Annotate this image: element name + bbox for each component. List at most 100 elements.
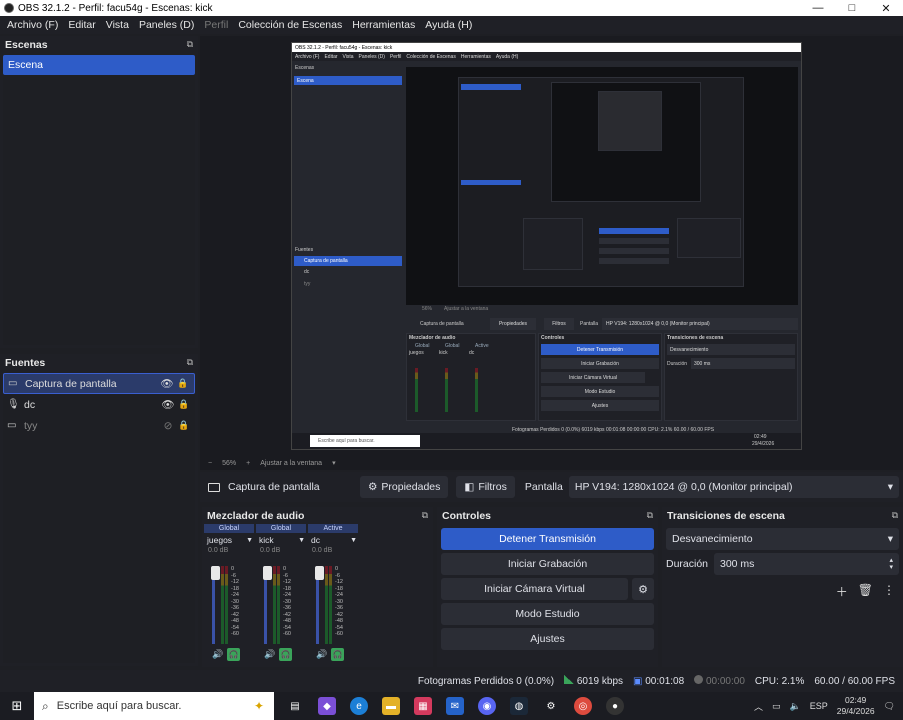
undock-icon[interactable]: ⧉ (187, 39, 193, 50)
mail-icon[interactable]: ✉ (446, 697, 464, 715)
notification-icon[interactable]: 🗨 (884, 701, 895, 712)
stop-stream-button[interactable]: Detener Transmisión (441, 528, 654, 550)
close-button[interactable]: ✕ (869, 0, 903, 16)
scenes-title: Escenas (5, 38, 48, 51)
fader-knob[interactable] (211, 566, 220, 580)
language-indicator[interactable]: ESP (810, 701, 828, 711)
eye-icon[interactable]: 👁 (159, 398, 177, 411)
source-item-captura[interactable]: ▭ Captura de pantalla 👁 🔒 (3, 373, 195, 394)
transition-select[interactable]: Desvanecimiento ▾ (666, 528, 899, 550)
preview-canvas[interactable]: OBS 32.1.2 - Perfil: facu54g - Escenas: … (291, 42, 802, 450)
nested-scene-label: Escena (297, 78, 314, 84)
source-toolbar: Captura de pantalla ⚙ Propiedades ◧ Filt… (200, 472, 903, 502)
scene-item[interactable]: Escena (3, 55, 195, 75)
speaker-icon[interactable]: 🔊 (316, 649, 327, 660)
controls-title: Controles (442, 509, 492, 522)
settings-gear-icon[interactable]: ⚙ (542, 697, 560, 715)
lock-icon[interactable]: 🔒 (177, 420, 191, 431)
menu-vista[interactable]: Vista (101, 19, 134, 31)
nested-inner-btn (599, 238, 669, 244)
headphones-icon[interactable]: 🎧 (331, 648, 345, 661)
fader-knob[interactable] (315, 566, 324, 580)
taskbar-search[interactable]: ⌕ Escribe aquí para buscar. ✦ (34, 692, 274, 720)
discord-icon[interactable]: ◉ (478, 697, 496, 715)
headphones-icon[interactable]: 🎧 (227, 648, 241, 661)
windows-start-icon[interactable]: ⊞ (0, 698, 34, 714)
more-icon[interactable]: ⋮ (883, 583, 895, 600)
nested-source-label: Captura de pantalla (304, 258, 348, 264)
filters-button[interactable]: ◧ Filtros (456, 476, 515, 498)
network-icon[interactable]: ▭ (772, 701, 781, 712)
fit-window-button[interactable]: Ajustar a la ventana (260, 460, 322, 467)
nested-trans-title: Transiciones de escena (667, 335, 724, 341)
zoom-out-button[interactable]: − (208, 460, 212, 467)
nested-dur-value: 300 ms (691, 358, 795, 369)
source-item-tyy[interactable]: ▭ tyy ⊘ 🔒 (3, 415, 195, 436)
channel-name-dropdown[interactable]: juegos ▼ (204, 533, 256, 547)
trash-icon[interactable]: 🗑 (858, 583, 873, 600)
eye-hidden-icon[interactable]: ⊘ (159, 420, 177, 432)
nested-meter (415, 368, 418, 412)
system-tray: ︿ ▭ 🔈 ESP 02:49 29/4/2026 🗨 (754, 695, 903, 717)
properties-button[interactable]: ⚙ Propiedades (360, 476, 449, 498)
display-select[interactable]: HP V194: 1280x1024 @ 0,0 (Monitor princi… (568, 476, 899, 498)
mixer-channel-kick: Global kick ▼ 0.0 dB 0 -6 -12 -18 -24 -30 -36-… (256, 524, 308, 664)
meter-bar (325, 566, 328, 644)
clock[interactable]: 02:49 29/4/2026 (837, 695, 875, 717)
channel-name-dropdown[interactable]: dc ▼ (308, 533, 360, 547)
menu-ayuda[interactable]: Ayuda (H) (420, 19, 477, 31)
settings-button[interactable]: Ajustes (441, 628, 654, 650)
lock-icon[interactable]: 🔒 (176, 378, 190, 389)
duration-spinbox[interactable]: 300 ms ▴ ▾ (714, 553, 899, 575)
minimize-button[interactable]: — (801, 0, 835, 16)
menu-coleccion-escenas[interactable]: Colección de Escenas (233, 19, 347, 31)
volume-icon[interactable]: 🔈 (790, 701, 801, 712)
nested-source-label: tyy (304, 281, 311, 287)
nested-preview (406, 67, 798, 305)
volume-fader[interactable] (211, 566, 220, 644)
chevron-up-icon[interactable]: ︿ (754, 700, 763, 713)
copilot-icon[interactable]: ◆ (318, 697, 336, 715)
gear-icon[interactable]: ⚙ (632, 578, 654, 600)
menu-paneles[interactable]: Paneles (D) (134, 19, 199, 31)
menu-herramientas[interactable]: Herramientas (347, 19, 420, 31)
eye-icon[interactable]: 👁 (158, 377, 176, 390)
source-item-dc[interactable]: 🎙 dc 👁 🔒 (3, 394, 195, 415)
preview-area[interactable]: OBS 32.1.2 - Perfil: facu54g - Escenas: … (200, 36, 903, 456)
stream-time: 00:01:08 (645, 675, 685, 687)
undock-icon[interactable]: ⧉ (187, 357, 193, 368)
volume-fader[interactable] (263, 566, 272, 644)
speaker-icon[interactable]: 🔊 (212, 649, 223, 660)
undock-icon[interactable]: ⧉ (892, 510, 898, 521)
steam-icon[interactable]: ◍ (510, 697, 528, 715)
channel-name-dropdown[interactable]: kick ▼ (256, 533, 308, 547)
spin-arrows-icon[interactable]: ▴ ▾ (889, 557, 893, 571)
nested-inner-mixer (523, 218, 583, 270)
task-view-icon[interactable]: ▤ (286, 697, 304, 715)
volume-fader[interactable] (315, 566, 324, 644)
start-recording-button[interactable]: Iniciar Grabación (441, 553, 654, 575)
obs-taskbar-icon[interactable]: ● (606, 697, 624, 715)
menu-archivo[interactable]: Archivo (F) (2, 19, 63, 31)
speaker-icon[interactable]: 🔊 (264, 649, 275, 660)
add-icon[interactable]: ＋ (836, 583, 848, 600)
start-virtual-cam-button[interactable]: Iniciar Cámara Virtual (441, 578, 628, 600)
fader-knob[interactable] (263, 566, 272, 580)
edge-icon[interactable]: e (350, 697, 368, 715)
maximize-button[interactable]: □ (835, 0, 869, 16)
nested-zoom: 56% (422, 306, 433, 312)
menu-perfil[interactable]: Perfil (199, 19, 233, 31)
undock-icon[interactable]: ⧉ (422, 510, 428, 521)
headphones-icon[interactable]: 🎧 (279, 648, 293, 661)
store-icon[interactable]: ▦ (414, 697, 432, 715)
zoom-in-button[interactable]: + (246, 460, 250, 467)
chevron-down-icon: ▼ (350, 536, 357, 544)
monitor-icon (208, 482, 220, 492)
chrome-icon[interactable]: ◎ (574, 697, 592, 715)
studio-mode-button[interactable]: Modo Estudio (441, 603, 654, 625)
file-explorer-icon[interactable]: ▬ (382, 697, 400, 715)
chevron-down-icon[interactable]: ▾ (332, 459, 336, 467)
undock-icon[interactable]: ⧉ (647, 510, 653, 521)
menu-editar[interactable]: Editar (63, 19, 100, 31)
lock-icon[interactable]: 🔒 (177, 399, 191, 410)
